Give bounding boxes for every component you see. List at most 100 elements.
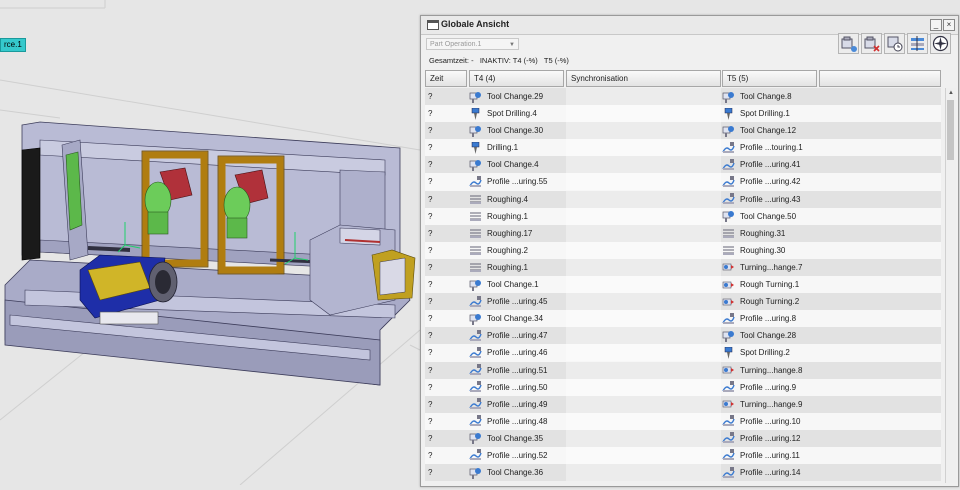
table-row[interactable]: ? Spot Drilling.4 Spot Drilling.1: [425, 105, 941, 123]
cell-synchronisation[interactable]: [566, 156, 721, 174]
cell-t5[interactable]: Rough Turning.1: [722, 276, 817, 293]
cell-t4[interactable]: Tool Change.30: [469, 122, 564, 139]
cell-zeit[interactable]: ?: [425, 259, 470, 276]
cell-t5[interactable]: Roughing.31: [722, 225, 817, 242]
cell-t5[interactable]: Profile ...uring.9: [722, 379, 817, 396]
cell-zeit[interactable]: ?: [425, 379, 470, 396]
cell-empty[interactable]: [819, 242, 941, 259]
table-row[interactable]: ? Profile ...uring.55 Profile ...uring.42: [425, 173, 941, 191]
cell-synchronisation[interactable]: [566, 395, 721, 413]
cell-t4[interactable]: Tool Change.4: [469, 156, 564, 173]
cell-t5[interactable]: Turning...hange.9: [722, 396, 817, 413]
cell-synchronisation[interactable]: [566, 361, 721, 379]
cell-synchronisation[interactable]: [566, 139, 721, 157]
cell-synchronisation[interactable]: [566, 464, 721, 482]
cell-empty[interactable]: [819, 259, 941, 276]
cell-t5[interactable]: Profile ...uring.8: [722, 310, 817, 327]
table-row[interactable]: ? Tool Change.30 Tool Change.12: [425, 122, 941, 140]
cell-zeit[interactable]: ?: [425, 208, 470, 225]
table-row[interactable]: ? Roughing.17 Roughing.31: [425, 224, 941, 242]
table-row[interactable]: ? Profile ...uring.51 Turning...hange.8: [425, 361, 941, 379]
cell-t4[interactable]: Tool Change.35: [469, 430, 564, 447]
cell-empty[interactable]: [819, 139, 941, 156]
cell-t5[interactable]: Tool Change.12: [722, 122, 817, 139]
cell-t4[interactable]: Profile ...uring.50: [469, 379, 564, 396]
table-row[interactable]: ? Roughing.4 Profile ...uring.43: [425, 190, 941, 208]
cell-t4[interactable]: Roughing.17: [469, 225, 564, 242]
cell-synchronisation[interactable]: [566, 122, 721, 140]
cell-zeit[interactable]: ?: [425, 464, 470, 481]
cell-empty[interactable]: [819, 344, 941, 361]
cell-synchronisation[interactable]: [566, 446, 721, 464]
cell-synchronisation[interactable]: [566, 344, 721, 362]
cell-t4[interactable]: Tool Change.1: [469, 276, 564, 293]
cell-t5[interactable]: Profile ...uring.43: [722, 191, 817, 208]
cell-empty[interactable]: [819, 413, 941, 430]
cell-t4[interactable]: Profile ...uring.49: [469, 396, 564, 413]
cell-empty[interactable]: [819, 173, 941, 190]
table-row[interactable]: ? Profile ...uring.50 Profile ...uring.9: [425, 378, 941, 396]
table-row[interactable]: ? Roughing.2 Roughing.30: [425, 241, 941, 259]
cell-zeit[interactable]: ?: [425, 276, 470, 293]
cell-zeit[interactable]: ?: [425, 105, 470, 122]
cell-empty[interactable]: [819, 396, 941, 413]
cell-empty[interactable]: [819, 379, 941, 396]
cell-zeit[interactable]: ?: [425, 156, 470, 173]
cell-empty[interactable]: [819, 447, 941, 464]
operations-table[interactable]: ? Tool Change.29 Tool Change.8? Spot Drilli…: [425, 88, 941, 483]
cell-t4[interactable]: Drilling.1: [469, 139, 564, 156]
cell-zeit[interactable]: ?: [425, 242, 470, 259]
column-header-t4[interactable]: T4 (4): [469, 70, 564, 87]
cell-empty[interactable]: [819, 310, 941, 327]
cell-t5[interactable]: Tool Change.28: [722, 327, 817, 344]
cell-t5[interactable]: Profile ...touring.1: [722, 139, 817, 156]
scroll-thumb[interactable]: [947, 100, 954, 160]
cell-synchronisation[interactable]: [566, 241, 721, 259]
table-row[interactable]: ? Tool Change.35 Profile ...uring.12: [425, 429, 941, 447]
part-operation-select[interactable]: Part Operation.1 ▼: [426, 38, 519, 50]
table-row[interactable]: ? Profile ...uring.52 Profile ...uring.11: [425, 446, 941, 465]
cell-t4[interactable]: Roughing.1: [469, 259, 564, 276]
cell-t4[interactable]: Spot Drilling.4: [469, 105, 564, 122]
cell-t4[interactable]: Profile ...uring.51: [469, 362, 564, 379]
cell-t4[interactable]: Profile ...uring.48: [469, 413, 564, 430]
cell-synchronisation[interactable]: [566, 173, 721, 191]
cell-t4[interactable]: Profile ...uring.52: [469, 447, 564, 464]
scroll-up-icon[interactable]: ▲: [946, 88, 956, 98]
sync-align-icon[interactable]: [907, 33, 928, 54]
cell-t4[interactable]: Profile ...uring.45: [469, 293, 564, 310]
column-header-synchronisation[interactable]: Synchronisation: [566, 70, 721, 87]
machine-clock-icon[interactable]: [884, 33, 905, 54]
column-header-empty[interactable]: [819, 70, 941, 87]
table-row[interactable]: ? Profile ...uring.47 Tool Change.28: [425, 327, 941, 345]
cell-synchronisation[interactable]: [566, 224, 721, 242]
cell-zeit[interactable]: ?: [425, 413, 470, 430]
cell-t4[interactable]: Tool Change.29: [469, 88, 564, 105]
table-row[interactable]: ? Profile ...uring.49 Turning...hange.9: [425, 395, 941, 413]
part-label-tag[interactable]: rce.1: [0, 38, 26, 52]
cell-t4[interactable]: Profile ...uring.47: [469, 327, 564, 344]
cell-zeit[interactable]: ?: [425, 396, 470, 413]
cell-synchronisation[interactable]: [566, 378, 721, 396]
cell-t5[interactable]: Profile ...uring.42: [722, 173, 817, 190]
cell-empty[interactable]: [819, 156, 941, 173]
table-row[interactable]: ? Profile ...uring.48 Profile ...uring.10: [425, 412, 941, 430]
table-row[interactable]: ? Tool Change.29 Tool Change.8: [425, 88, 941, 106]
cell-empty[interactable]: [819, 276, 941, 293]
cell-empty[interactable]: [819, 105, 941, 122]
cell-zeit[interactable]: ?: [425, 191, 470, 208]
cell-t4[interactable]: Roughing.2: [469, 242, 564, 259]
table-row[interactable]: ? Tool Change.36 Profile ...uring.14: [425, 464, 941, 482]
cell-empty[interactable]: [819, 225, 941, 242]
cell-t4[interactable]: Profile ...uring.46: [469, 344, 564, 361]
cell-empty[interactable]: [819, 293, 941, 310]
cell-zeit[interactable]: ?: [425, 88, 470, 105]
cell-empty[interactable]: [819, 464, 941, 481]
cell-t5[interactable]: Profile ...uring.10: [722, 413, 817, 430]
table-row[interactable]: ? Profile ...uring.45 Rough Turning.2: [425, 293, 941, 311]
table-row[interactable]: ? Tool Change.4 Profile ...uring.41: [425, 156, 941, 174]
cell-t5[interactable]: Spot Drilling.2: [722, 344, 817, 361]
cell-zeit[interactable]: ?: [425, 447, 470, 464]
cell-t4[interactable]: Profile ...uring.55: [469, 173, 564, 190]
cell-t5[interactable]: Roughing.30: [722, 242, 817, 259]
